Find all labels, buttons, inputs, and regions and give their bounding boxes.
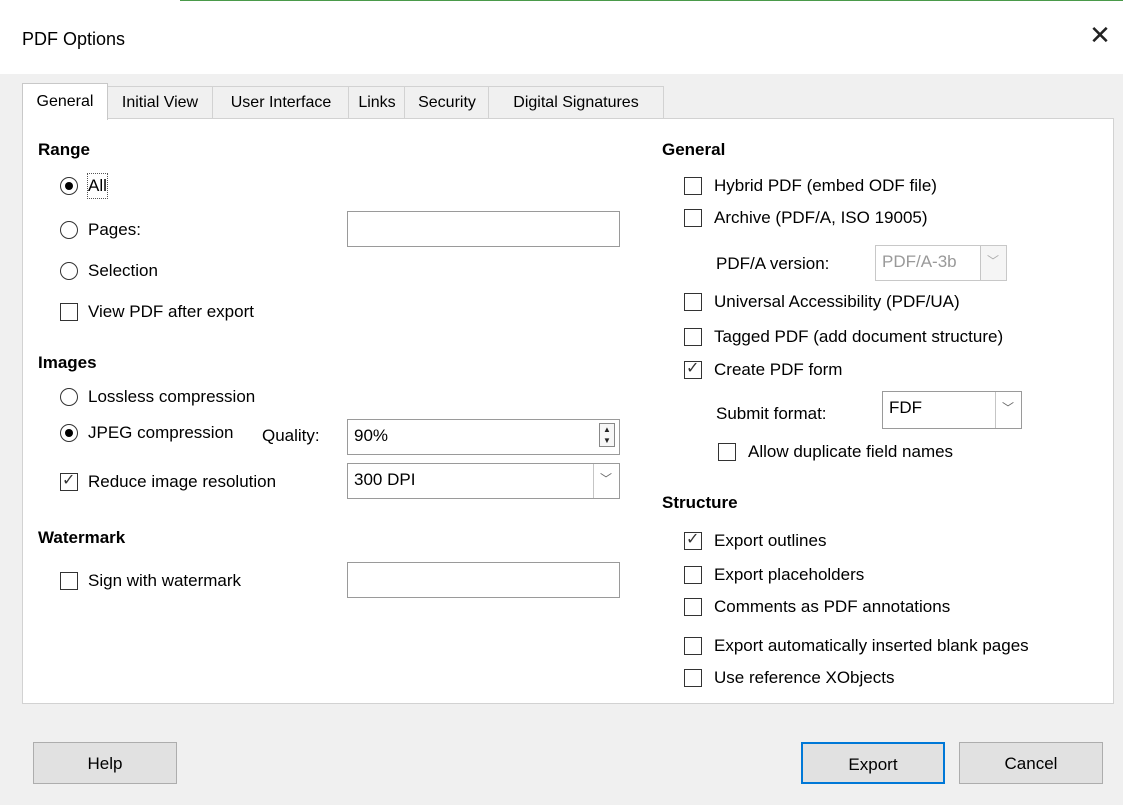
spin-up-icon[interactable]: ▲ — [603, 426, 611, 434]
view-pdf-label: View PDF after export — [88, 302, 254, 321]
placeholders-checkbox[interactable] — [684, 566, 702, 584]
structure-heading: Structure — [662, 493, 738, 512]
radio-button[interactable] — [60, 221, 78, 239]
blank-pages-checkbox[interactable] — [684, 637, 702, 655]
export-button[interactable]: Export — [801, 742, 945, 784]
form-label: Create PDF form — [714, 360, 843, 379]
submit-format-value: FDF — [889, 398, 923, 417]
watermark-input[interactable] — [347, 562, 620, 598]
outlines-checkbox[interactable]: ✓ — [684, 531, 702, 550]
radio-jpeg-label: JPEG compression — [88, 423, 234, 442]
tab-general[interactable]: General — [22, 83, 108, 120]
hybrid-checkbox[interactable] — [684, 177, 702, 195]
xobjects-checkbox[interactable] — [684, 669, 702, 687]
quality-value: 90% — [354, 426, 389, 445]
reduce-resolution-checkbox[interactable]: ✓ — [60, 472, 78, 491]
help-button[interactable]: Help — [33, 742, 177, 784]
images-heading: Images — [38, 353, 97, 372]
dropdown-button[interactable]: ﹀ — [980, 246, 1006, 280]
ua-label: Universal Accessibility (PDF/UA) — [714, 292, 960, 311]
quality-stepper[interactable]: ▲ ▼ — [599, 423, 615, 447]
dropdown-button[interactable]: ﹀ — [593, 464, 619, 498]
placeholders-label: Export placeholders — [714, 565, 865, 584]
resolution-value: 300 DPI — [354, 470, 416, 489]
tab-links[interactable]: Links — [348, 86, 406, 119]
hybrid-label: Hybrid PDF (embed ODF file) — [714, 176, 937, 195]
duplicate-label: Allow duplicate field names — [748, 442, 954, 461]
pages-input[interactable] — [347, 211, 620, 247]
close-icon[interactable]: ✕ — [1087, 22, 1113, 48]
quality-label: Quality: — [262, 426, 320, 445]
radio-lossless-label: Lossless compression — [88, 387, 256, 406]
radio-button[interactable] — [60, 424, 78, 442]
comments-label: Comments as PDF annotations — [714, 597, 951, 616]
chevron-down-icon: ﹀ — [1002, 401, 1015, 415]
tagged-checkbox[interactable] — [684, 328, 702, 346]
tab-user-interface[interactable]: User Interface — [212, 86, 350, 119]
archive-label: Archive (PDF/A, ISO 19005) — [714, 208, 928, 227]
radio-selection-label: Selection — [88, 261, 158, 280]
ua-checkbox[interactable] — [684, 293, 702, 311]
submit-format-label: Submit format: — [716, 404, 827, 423]
comments-checkbox[interactable] — [684, 598, 702, 616]
form-checkbox[interactable]: ✓ — [684, 360, 702, 379]
chevron-down-icon: ﹀ — [987, 254, 1000, 268]
title-bar: PDF Options ✕ — [0, 0, 1123, 74]
chevron-down-icon: ﹀ — [600, 472, 613, 486]
tab-digital-signatures[interactable]: Digital Signatures — [488, 86, 664, 119]
watermark-checkbox[interactable] — [60, 572, 78, 590]
tab-initial-view[interactable]: Initial View — [106, 86, 214, 119]
tab-security[interactable]: Security — [404, 86, 490, 119]
general-heading: General — [662, 140, 726, 159]
radio-all-label: All — [87, 173, 108, 199]
resolution-select[interactable]: 300 DPI ﹀ — [347, 463, 620, 499]
archive-checkbox[interactable] — [684, 209, 702, 227]
tagged-label: Tagged PDF (add document structure) — [714, 327, 1004, 346]
radio-pages-label: Pages: — [88, 220, 141, 239]
submit-format-select[interactable]: FDF ﹀ — [882, 391, 1022, 429]
radio-button[interactable] — [60, 177, 78, 195]
quality-spinbox[interactable]: 90% ▲ ▼ — [347, 419, 620, 455]
radio-button[interactable] — [60, 388, 78, 406]
radio-button[interactable] — [60, 262, 78, 280]
outlines-label: Export outlines — [714, 531, 827, 550]
pdfa-version-value: PDF/A-3b — [882, 252, 957, 271]
spin-down-icon[interactable]: ▼ — [603, 437, 611, 445]
pdfa-version-select[interactable]: PDF/A-3b ﹀ — [875, 245, 1007, 281]
reduce-resolution-label: Reduce image resolution — [88, 472, 277, 491]
dialog-title: PDF Options — [22, 29, 126, 49]
parent-window-edge — [180, 0, 1123, 1]
duplicate-checkbox[interactable] — [718, 443, 736, 461]
cancel-button[interactable]: Cancel — [959, 742, 1103, 784]
dropdown-button[interactable]: ﹀ — [995, 392, 1021, 428]
pdfa-version-label: PDF/A version: — [716, 254, 830, 273]
blank-pages-label: Export automatically inserted blank page… — [714, 636, 1029, 655]
watermark-heading: Watermark — [38, 528, 126, 547]
range-heading: Range — [38, 140, 90, 159]
watermark-label: Sign with watermark — [88, 571, 242, 590]
view-pdf-checkbox[interactable] — [60, 303, 78, 321]
xobjects-label: Use reference XObjects — [714, 668, 895, 687]
